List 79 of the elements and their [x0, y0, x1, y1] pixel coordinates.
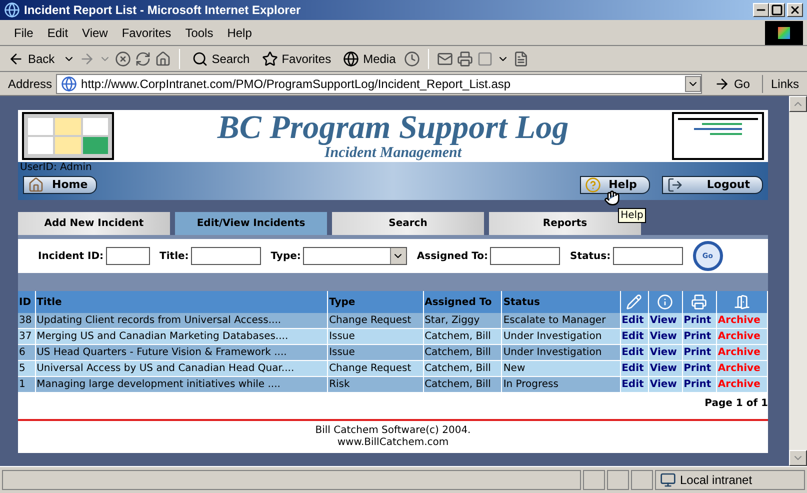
close-icon: [789, 4, 801, 16]
status-pane: [631, 470, 653, 490]
door-icon: [734, 294, 750, 310]
star-icon: [262, 50, 278, 66]
close-button[interactable]: [787, 3, 803, 17]
table-cell: In Progress: [502, 376, 620, 392]
filter-field[interactable]: [490, 247, 560, 265]
table-cell: Catchem, Bill: [423, 376, 502, 392]
home-button[interactable]: Home: [23, 176, 97, 194]
filter-label: Title:: [160, 250, 189, 264]
back-button[interactable]: Back: [4, 50, 59, 68]
maximize-icon: [771, 4, 783, 16]
mail-icon[interactable]: [436, 50, 453, 66]
type-select[interactable]: [302, 247, 407, 265]
tooltip: Help: [618, 208, 646, 223]
stop-icon[interactable]: [114, 50, 131, 66]
pencil-icon: [626, 294, 642, 310]
refresh-icon[interactable]: [134, 50, 151, 66]
page-icon: [61, 76, 78, 92]
menu-item[interactable]: View: [76, 24, 114, 42]
user-id: UserID: Admin: [19, 162, 93, 174]
filter-label: Type:: [270, 250, 301, 264]
logout-button[interactable]: Logout: [662, 176, 763, 194]
table-cell: 1: [18, 376, 36, 392]
intranet-icon: [660, 472, 676, 488]
footer-text: www.BillCatchem.com: [337, 437, 449, 449]
go-arrow-icon: [714, 76, 730, 92]
address-label: Address: [8, 76, 52, 92]
filter-field[interactable]: [106, 247, 150, 265]
filter-field[interactable]: [612, 247, 683, 265]
menu-item[interactable]: Edit: [41, 24, 74, 42]
scroll-up-button[interactable]: [789, 96, 807, 112]
info-icon: [657, 294, 674, 310]
filter-field[interactable]: [190, 247, 261, 265]
dropdown-button[interactable]: [684, 76, 701, 92]
scrollbar[interactable]: [789, 96, 807, 466]
windows-logo: [765, 20, 803, 44]
minimize-button[interactable]: [753, 3, 769, 17]
logout-icon: [666, 177, 683, 193]
printer-icon: [691, 294, 708, 310]
pager: Page 1 of 1: [704, 396, 768, 410]
menu-item[interactable]: Favorites: [116, 24, 178, 42]
status-pane: [583, 470, 605, 490]
tab[interactable]: Edit/View Incidents: [175, 212, 327, 235]
address-field[interactable]: http://www.CorpIntranet.com/PMO/ProgramSupportLog/Incident_Report_List.asp: [56, 74, 702, 94]
table-cell: Managing large development initiatives while ....: [35, 376, 328, 392]
print-icon[interactable]: [456, 50, 473, 66]
favorites-button[interactable]: Favorites: [258, 50, 336, 68]
home-icon[interactable]: [154, 50, 171, 66]
status-pane: [607, 470, 629, 490]
go-button[interactable]: Go: [706, 74, 758, 92]
filter-label: Incident ID:: [38, 250, 104, 264]
filter-label: Assigned To:: [416, 250, 488, 264]
tab[interactable]: Add New Incident: [18, 212, 170, 235]
globe-icon: [343, 50, 360, 66]
menu-item[interactable]: Tools: [179, 24, 220, 42]
menu-item[interactable]: File: [8, 24, 40, 42]
search-button[interactable]: Search: [188, 50, 254, 68]
window-title: Incident Report List - Microsoft Internet Explorer: [24, 2, 302, 19]
help-button[interactable]: Help: [580, 176, 650, 194]
history-icon[interactable]: [404, 50, 420, 66]
maximize-button[interactable]: [769, 3, 785, 17]
scroll-down-button[interactable]: [789, 450, 807, 466]
zone-label: Local intranet: [680, 472, 752, 489]
links-label[interactable]: Links: [762, 74, 807, 92]
app-title: BC Program Support Log: [217, 111, 569, 145]
footer-text: Bill Catchem Software(c) 2004.: [315, 425, 471, 437]
hand-cursor-icon: [604, 190, 620, 206]
question-icon: [584, 177, 601, 193]
tab[interactable]: Search: [332, 212, 484, 235]
discuss-icon[interactable]: [512, 50, 529, 66]
house-icon: [28, 177, 44, 193]
browser-icon: [4, 2, 20, 18]
search-icon: [192, 50, 208, 66]
app-subtitle: Incident Management: [324, 145, 462, 161]
table-cell: Risk: [328, 376, 424, 392]
menu-item[interactable]: Help: [221, 24, 258, 42]
media-button[interactable]: Media: [339, 50, 400, 68]
filter-label: Status:: [570, 250, 611, 264]
